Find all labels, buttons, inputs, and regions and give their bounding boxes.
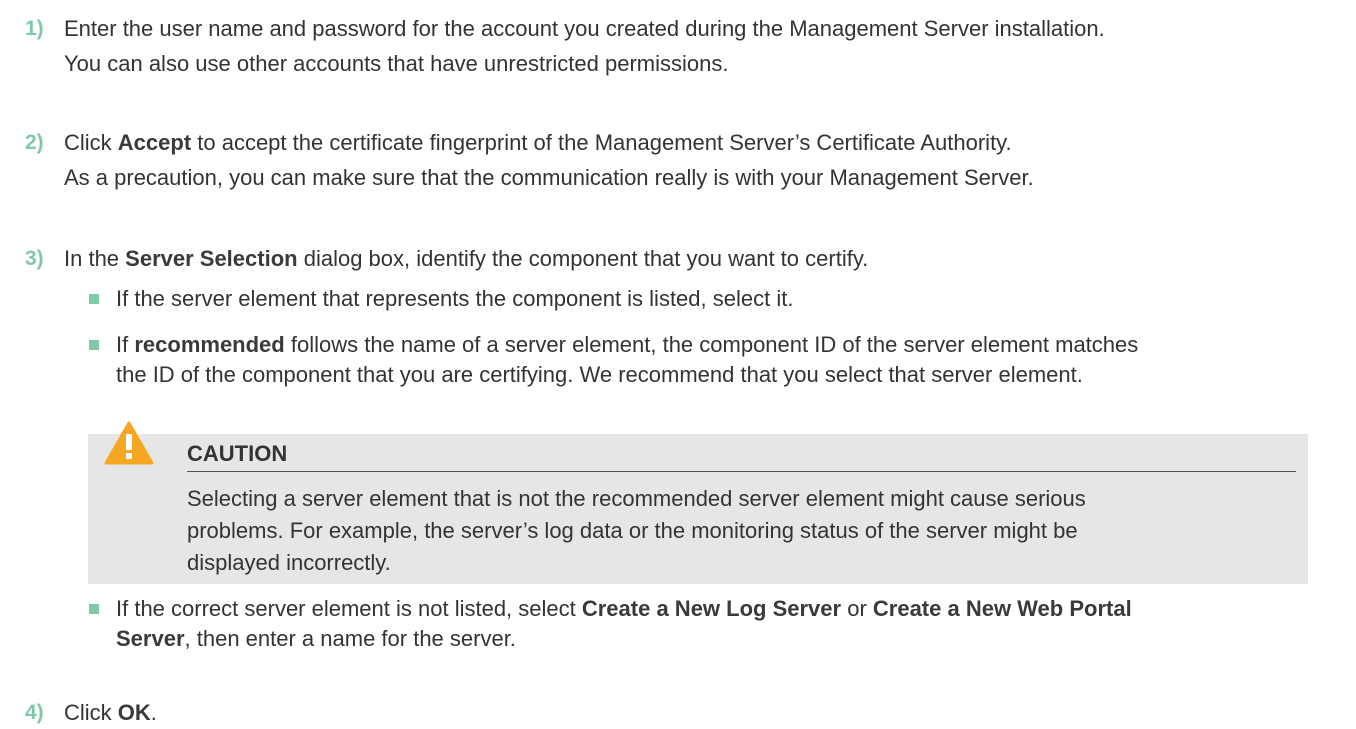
bullet-text: the ID of the component that you are cer… (116, 362, 1083, 387)
step-text: You can also use other accounts that hav… (64, 51, 729, 76)
step-number: 3) (25, 247, 44, 270)
warning-triangle-icon (104, 421, 154, 465)
bullet-marker (89, 294, 99, 304)
bold-ui-label: Server (116, 626, 185, 651)
bullet-marker (89, 340, 99, 350)
step-text: As a precaution, you can make sure that … (64, 165, 1034, 190)
step-number: 1) (25, 17, 44, 40)
bullet-text: If recommended follows the name of a ser… (116, 332, 1139, 357)
bold-ui-label: OK (117, 700, 151, 725)
bold-ui-label: Create a New Log Server (581, 596, 842, 621)
step-text: Enter the user name and password for the… (64, 16, 1105, 41)
bullet-text: If the correct server element is not lis… (116, 596, 1132, 621)
bold-ui-label: Server Selection (125, 246, 298, 271)
step-text: In the Server Selection dialog box, iden… (64, 246, 869, 271)
caution-divider (187, 471, 1296, 472)
step-text: Click Accept to accept the certificate f… (64, 130, 1012, 155)
bold-ui-label: recommended (134, 332, 285, 357)
step-number: 2) (25, 131, 44, 154)
caution-text: displayed incorrectly. (187, 550, 391, 575)
bold-ui-label: Create a New Web Portal (872, 596, 1132, 621)
caution-text: Selecting a server element that is not t… (187, 486, 1086, 511)
caution-text: problems. For example, the server’s log … (187, 518, 1078, 543)
bullet-text: Server, then enter a name for the server… (116, 626, 516, 651)
step-number: 4) (25, 701, 44, 724)
document-page: 1) Enter the user name and password for … (0, 0, 1356, 729)
bullet-marker (89, 604, 99, 614)
caution-title: CAUTION (187, 441, 288, 466)
step-text: Click OK. (64, 700, 157, 725)
bold-ui-label: Accept (117, 130, 192, 155)
bullet-text: If the server element that represents th… (116, 286, 794, 311)
